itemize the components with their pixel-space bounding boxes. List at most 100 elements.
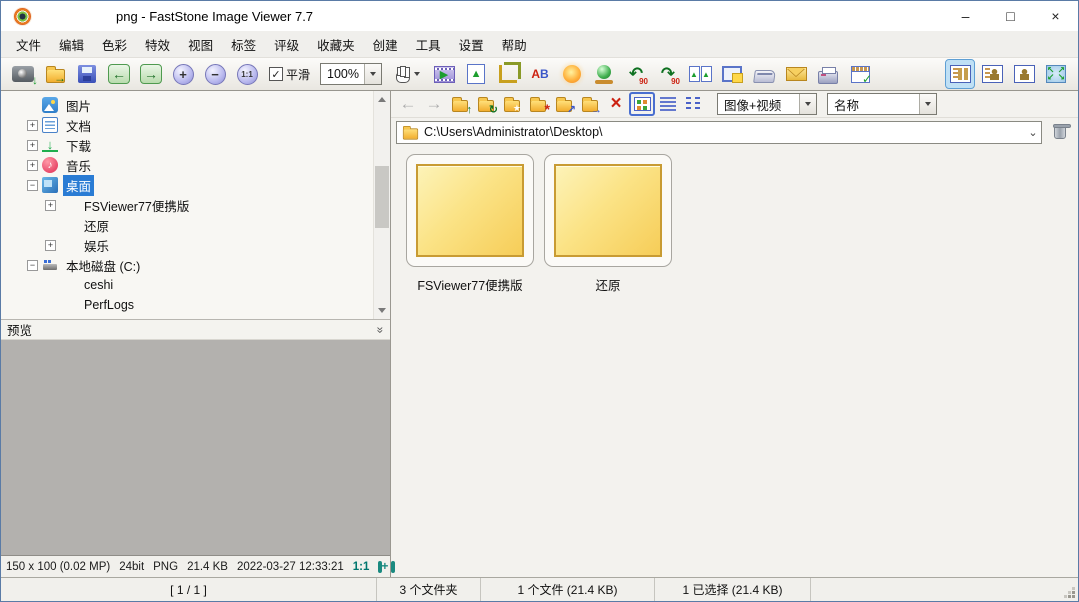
menu-item-0[interactable]: 文件 xyxy=(7,31,50,58)
next-image-button[interactable]: → xyxy=(137,60,165,88)
new-folder-button[interactable]: * xyxy=(525,92,551,116)
menu-item-8[interactable]: 创建 xyxy=(364,31,407,58)
layout-image-button[interactable] xyxy=(1010,60,1038,88)
scrollbar-track[interactable] xyxy=(374,108,390,302)
tree-item-图片[interactable]: 图片 xyxy=(1,95,373,115)
scroll-up-button[interactable] xyxy=(374,91,390,108)
draw-text-button[interactable]: AB xyxy=(526,60,554,88)
menu-item-3[interactable]: 特效 xyxy=(136,31,179,58)
maximize-button[interactable]: □ xyxy=(988,1,1033,31)
layout-preview-button[interactable] xyxy=(978,60,1006,88)
screen-capture-button[interactable] xyxy=(718,60,746,88)
move-to-button[interactable]: → xyxy=(577,92,603,116)
crop-button[interactable] xyxy=(494,60,522,88)
rotate-left-button[interactable]: ↶ 90 xyxy=(622,60,650,88)
previous-image-button[interactable]: ← xyxy=(105,60,133,88)
tree-item-娱乐[interactable]: +娱乐 xyxy=(1,235,373,255)
scroll-down-button[interactable] xyxy=(374,302,390,319)
zoom-dropdown-button[interactable] xyxy=(364,64,381,84)
open-file-button[interactable]: → xyxy=(41,60,69,88)
copy-to-button[interactable]: ↗ xyxy=(551,92,577,116)
resize-button[interactable]: ▲ xyxy=(462,60,490,88)
delete-button[interactable]: × xyxy=(603,92,629,116)
clear-history-button[interactable] xyxy=(1048,120,1072,144)
menu-item-11[interactable]: 帮助 xyxy=(493,31,536,58)
menu-item-5[interactable]: 标签 xyxy=(222,31,265,58)
settings-button[interactable]: ✓ xyxy=(846,60,874,88)
address-combobox[interactable]: ⌄ xyxy=(396,121,1042,144)
expand-icon[interactable]: + xyxy=(27,140,38,151)
zoom-in-button[interactable]: + xyxy=(169,60,197,88)
thumbnail-card[interactable] xyxy=(544,154,672,267)
favorites-button[interactable]: ★ xyxy=(499,92,525,116)
refresh-button[interactable]: ↻ xyxy=(473,92,499,116)
chevron-down-icon[interactable]: ⌄ xyxy=(1025,126,1041,139)
tree-item-下载[interactable]: +↓下载 xyxy=(1,135,373,155)
scan-button[interactable] xyxy=(750,60,778,88)
tree-item-ceshi[interactable]: ceshi xyxy=(1,275,373,295)
collapse-preview-button[interactable]: » xyxy=(374,326,388,333)
fullscreen-button[interactable]: ↖↗↙↘ xyxy=(1042,60,1070,88)
tree-item-桌面[interactable]: −桌面 xyxy=(1,175,373,195)
scrollbar-thumb[interactable] xyxy=(375,166,389,228)
compare-images-button[interactable]: ▲ ▲ xyxy=(686,60,714,88)
email-button[interactable] xyxy=(782,60,810,88)
up-folder-button[interactable]: ↑ xyxy=(447,92,473,116)
expand-icon[interactable]: + xyxy=(45,200,56,211)
smooth-checkbox[interactable]: ✓ xyxy=(269,67,283,81)
resize-grip[interactable] xyxy=(1072,595,1075,598)
clone-stamp-button[interactable] xyxy=(590,60,618,88)
menu-item-1[interactable]: 编辑 xyxy=(50,31,93,58)
tree-item-PerfLogs[interactable]: PerfLogs xyxy=(1,295,373,315)
sort-value: 名称 xyxy=(828,95,919,114)
back-button[interactable]: ← xyxy=(395,92,421,116)
actual-size-button[interactable]: 1:1 xyxy=(233,60,261,88)
menu-item-6[interactable]: 评级 xyxy=(265,31,308,58)
file-item-还原[interactable]: 还原 xyxy=(539,154,677,294)
tree-item-音乐[interactable]: +♪音乐 xyxy=(1,155,373,175)
zoom-combobox[interactable]: 100% xyxy=(320,63,382,85)
menu-item-10[interactable]: 设置 xyxy=(450,31,493,58)
tree-item-还原[interactable]: 还原 xyxy=(1,215,373,235)
layout-browser-button[interactable] xyxy=(946,60,974,88)
tree-item-FSViewer77便携版[interactable]: +FSViewer77便携版 xyxy=(1,195,373,215)
status-selected: 1 已选择 (21.4 KB) xyxy=(655,578,811,601)
fit-window-preview-icon[interactable] xyxy=(391,561,395,573)
expand-icon[interactable]: + xyxy=(45,240,56,251)
thumbnail-view-button[interactable] xyxy=(629,92,655,116)
zoom-out-button[interactable]: − xyxy=(201,60,229,88)
slideshow-button[interactable]: ▶ xyxy=(430,60,458,88)
acquire-camera-button[interactable]: ↓ xyxy=(9,60,37,88)
print-button[interactable] xyxy=(814,60,842,88)
minimize-button[interactable]: – xyxy=(943,1,988,31)
tree-scrollbar[interactable] xyxy=(373,91,390,319)
expand-icon[interactable]: + xyxy=(27,120,38,131)
list-view-button[interactable] xyxy=(681,92,707,116)
rotate-right-button[interactable]: ↷ 90 xyxy=(654,60,682,88)
filter-dropdown-button[interactable] xyxy=(799,94,816,114)
hand-tool-button[interactable] xyxy=(388,60,426,88)
expand-icon[interactable]: + xyxy=(27,160,38,171)
tree-item-文档[interactable]: +文档 xyxy=(1,115,373,135)
forward-button[interactable]: → xyxy=(421,92,447,116)
collapse-icon[interactable]: − xyxy=(27,180,38,191)
sort-dropdown-button[interactable] xyxy=(919,94,936,114)
menu-item-9[interactable]: 工具 xyxy=(407,31,450,58)
file-item-FSViewer77便携版[interactable]: FSViewer77便携版 xyxy=(401,154,539,294)
adjust-colors-button[interactable] xyxy=(558,60,586,88)
address-input[interactable] xyxy=(420,125,1025,139)
detail-view-button[interactable] xyxy=(655,92,681,116)
thumbnail-card[interactable] xyxy=(406,154,534,267)
tree-item-本地磁盘 (C:)[interactable]: −本地磁盘 (C:) xyxy=(1,255,373,275)
collapse-icon[interactable]: − xyxy=(27,260,38,271)
triangle-down-icon xyxy=(378,308,386,313)
sort-combobox[interactable]: 名称 xyxy=(827,93,937,115)
menu-item-2[interactable]: 色彩 xyxy=(93,31,136,58)
close-button[interactable]: × xyxy=(1033,1,1078,31)
downloads-icon: ↓ xyxy=(42,138,58,152)
filter-combobox[interactable]: 图像+视频 xyxy=(717,93,817,115)
actual-size-preview-icon[interactable] xyxy=(378,561,382,573)
save-as-button[interactable] xyxy=(73,60,101,88)
menu-item-4[interactable]: 视图 xyxy=(179,31,222,58)
menu-item-7[interactable]: 收藏夹 xyxy=(308,31,364,58)
